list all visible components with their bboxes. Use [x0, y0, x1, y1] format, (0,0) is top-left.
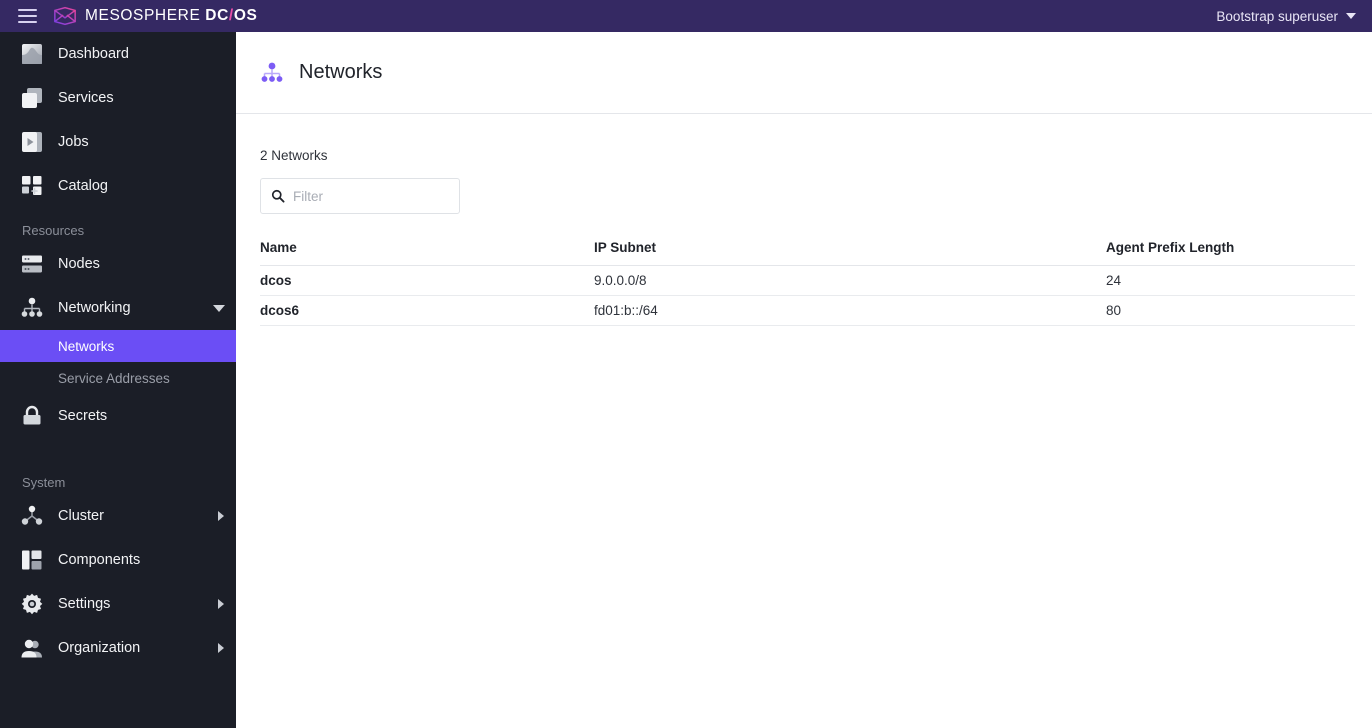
sidebar-item-settings[interactable]: Settings [0, 582, 236, 626]
brand-logo[interactable]: MESOSPHERE DC/OS [53, 4, 257, 28]
networking-icon [21, 297, 43, 317]
column-header-agent-prefix-length[interactable]: Agent Prefix Length [1106, 240, 1355, 266]
user-menu-label: Bootstrap superuser [1216, 8, 1338, 24]
dashboard-icon [22, 44, 42, 64]
sidebar-item-networks[interactable]: Networks [0, 330, 236, 362]
sidebar-item-components[interactable]: Components [0, 538, 236, 582]
hamburger-line [18, 15, 37, 17]
cell-ip-subnet: fd01:b::/64 [594, 295, 1106, 326]
gear-icon [21, 593, 43, 615]
sidebar-item-service-addresses[interactable]: Service Addresses [0, 362, 236, 394]
sidebar-item-label: Dashboard [58, 46, 129, 62]
cell-agent-prefix-length: 80 [1106, 295, 1355, 326]
user-menu[interactable]: Bootstrap superuser [1216, 0, 1356, 32]
cell-name: dcos6 [260, 295, 594, 326]
sidebar-subitem-label: Service Addresses [58, 370, 170, 386]
sidebar: Dashboard Services Jobs Catalog Resource… [0, 32, 236, 728]
catalog-icon [22, 176, 42, 195]
chevron-right-icon[interactable] [218, 511, 224, 521]
page-title: Networks [299, 61, 383, 83]
sidebar-item-label: Services [58, 90, 114, 106]
hamburger-line [18, 9, 37, 11]
sidebar-item-organization[interactable]: Organization [0, 626, 236, 670]
sidebar-item-label: Components [58, 552, 141, 568]
services-icon [22, 88, 42, 108]
sidebar-item-dashboard[interactable]: Dashboard [0, 32, 236, 76]
chevron-right-icon[interactable] [218, 599, 224, 609]
sidebar-item-label: Networking [58, 300, 131, 316]
sidebar-item-label: Jobs [58, 134, 89, 150]
column-header-name[interactable]: Name [260, 240, 594, 266]
sidebar-item-label: Nodes [58, 256, 100, 272]
search-icon [271, 189, 285, 203]
cell-name: dcos [260, 265, 594, 296]
lock-icon [23, 405, 41, 425]
cell-ip-subnet: 9.0.0.0/8 [594, 265, 1106, 296]
sidebar-item-nodes[interactable]: Nodes [0, 242, 236, 286]
sidebar-item-secrets[interactable]: Secrets [0, 394, 236, 438]
sidebar-item-label: Settings [58, 596, 111, 612]
sidebar-section-system: System [22, 475, 66, 490]
chevron-right-icon[interactable] [218, 643, 224, 653]
cluster-icon [21, 505, 43, 525]
components-icon [22, 550, 42, 570]
sidebar-item-services[interactable]: Services [0, 76, 236, 120]
networking-icon [261, 62, 283, 82]
hamburger-menu-icon[interactable] [18, 0, 46, 32]
brand-mesosphere: MESOSPHERE [85, 7, 206, 24]
sidebar-item-networking[interactable]: Networking [0, 286, 236, 330]
brand-title: MESOSPHERE DC/OS [85, 7, 257, 25]
table-row[interactable]: dcos6 fd01:b::/64 80 [260, 295, 1355, 326]
sidebar-item-catalog[interactable]: Catalog [0, 164, 236, 208]
table-row[interactable]: dcos 9.0.0.0/8 24 [260, 265, 1355, 296]
content-area: 2 Networks Name IP Subnet Agent Prefix L… [236, 114, 1372, 326]
brand-dc: DC [205, 7, 229, 24]
main-content: Networks 2 Networks Name IP Subnet Agent… [236, 32, 1372, 728]
sidebar-item-cluster[interactable]: Cluster [0, 494, 236, 538]
hamburger-line [18, 21, 37, 23]
table-header-row: Name IP Subnet Agent Prefix Length [260, 240, 1355, 266]
sidebar-item-jobs[interactable]: Jobs [0, 120, 236, 164]
brand-os: OS [233, 7, 258, 24]
sidebar-item-label: Organization [58, 640, 141, 656]
jobs-icon [22, 132, 42, 152]
chevron-down-icon[interactable] [213, 304, 225, 312]
networks-count: 2 Networks [260, 148, 328, 163]
top-bar: MESOSPHERE DC/OS Bootstrap superuser [0, 0, 1372, 32]
table-header: Name IP Subnet Agent Prefix Length [260, 240, 1355, 266]
organization-icon [21, 639, 42, 658]
mesosphere-envelope-logo-icon [54, 6, 76, 26]
search-input[interactable] [293, 188, 443, 204]
sidebar-item-label: Secrets [58, 408, 108, 424]
sidebar-section-resources: Resources [22, 223, 85, 238]
chevron-down-icon [1346, 13, 1356, 19]
sidebar-item-label: Cluster [58, 508, 104, 524]
networks-table: Name IP Subnet Agent Prefix Length dcos … [260, 240, 1355, 326]
table-body: dcos 9.0.0.0/8 24 dcos6 fd01:b::/64 80 [260, 265, 1355, 326]
nodes-icon [22, 255, 42, 273]
page-header: Networks [236, 32, 1372, 114]
sidebar-subitem-label: Networks [58, 338, 115, 354]
column-header-ip-subnet[interactable]: IP Subnet [594, 240, 1106, 266]
cell-agent-prefix-length: 24 [1106, 265, 1355, 296]
filter-container[interactable] [260, 178, 460, 214]
sidebar-item-label: Catalog [58, 178, 108, 194]
